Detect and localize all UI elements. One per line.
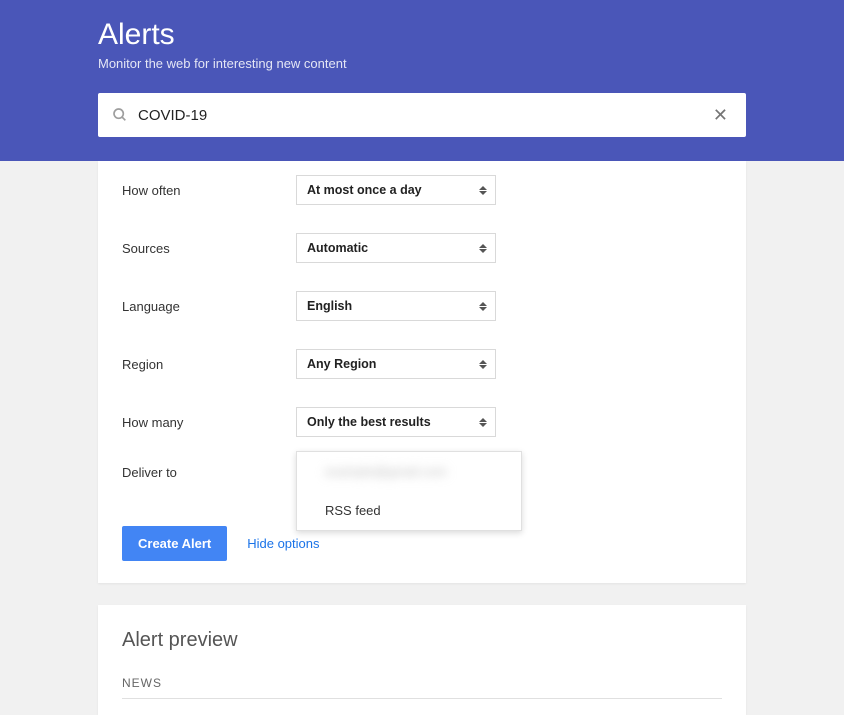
select-how-many[interactable]: Only the best results	[296, 407, 496, 437]
page-subtitle: Monitor the web for interesting new cont…	[98, 56, 746, 71]
row-how-many: How many Only the best results	[122, 393, 722, 451]
label-language: Language	[122, 299, 296, 314]
preview-card: Alert preview NEWS	[98, 605, 746, 715]
search-icon	[112, 107, 128, 123]
row-language: Language English	[122, 277, 722, 335]
options-card: How often At most once a day Sources Aut…	[98, 161, 746, 583]
select-arrows-icon	[479, 418, 487, 427]
option-email[interactable]: example@gmail.com	[297, 452, 521, 491]
select-arrows-icon	[479, 360, 487, 369]
select-value: Any Region	[307, 357, 376, 371]
row-deliver-to: Deliver to example@gmail.com RSS feed	[122, 451, 722, 494]
news-section-label: NEWS	[122, 676, 722, 699]
create-alert-button[interactable]: Create Alert	[122, 526, 227, 561]
row-sources: Sources Automatic	[122, 219, 722, 277]
header: Alerts Monitor the web for interesting n…	[0, 0, 844, 161]
page-title: Alerts	[98, 18, 746, 52]
select-value: Only the best results	[307, 415, 431, 429]
preview-title: Alert preview	[122, 629, 722, 652]
label-sources: Sources	[122, 241, 296, 256]
select-arrows-icon	[479, 244, 487, 253]
row-how-often: How often At most once a day	[122, 161, 722, 219]
select-value: Automatic	[307, 241, 368, 255]
label-region: Region	[122, 357, 296, 372]
select-sources[interactable]: Automatic	[296, 233, 496, 263]
label-how-many: How many	[122, 415, 296, 430]
label-deliver-to: Deliver to	[122, 465, 296, 480]
clear-icon[interactable]: ✕	[709, 102, 732, 128]
select-language[interactable]: English	[296, 291, 496, 321]
search-input[interactable]	[128, 107, 709, 124]
select-arrows-icon	[479, 186, 487, 195]
label-how-often: How often	[122, 183, 296, 198]
deliver-to-dropdown: example@gmail.com RSS feed	[296, 451, 522, 531]
select-how-often[interactable]: At most once a day	[296, 175, 496, 205]
hide-options-link[interactable]: Hide options	[247, 536, 319, 551]
select-arrows-icon	[479, 302, 487, 311]
option-rss-feed[interactable]: RSS feed	[297, 491, 521, 530]
select-value: At most once a day	[307, 183, 422, 197]
row-region: Region Any Region	[122, 335, 722, 393]
select-value: English	[307, 299, 352, 313]
search-box[interactable]: ✕	[98, 93, 746, 137]
select-region[interactable]: Any Region	[296, 349, 496, 379]
